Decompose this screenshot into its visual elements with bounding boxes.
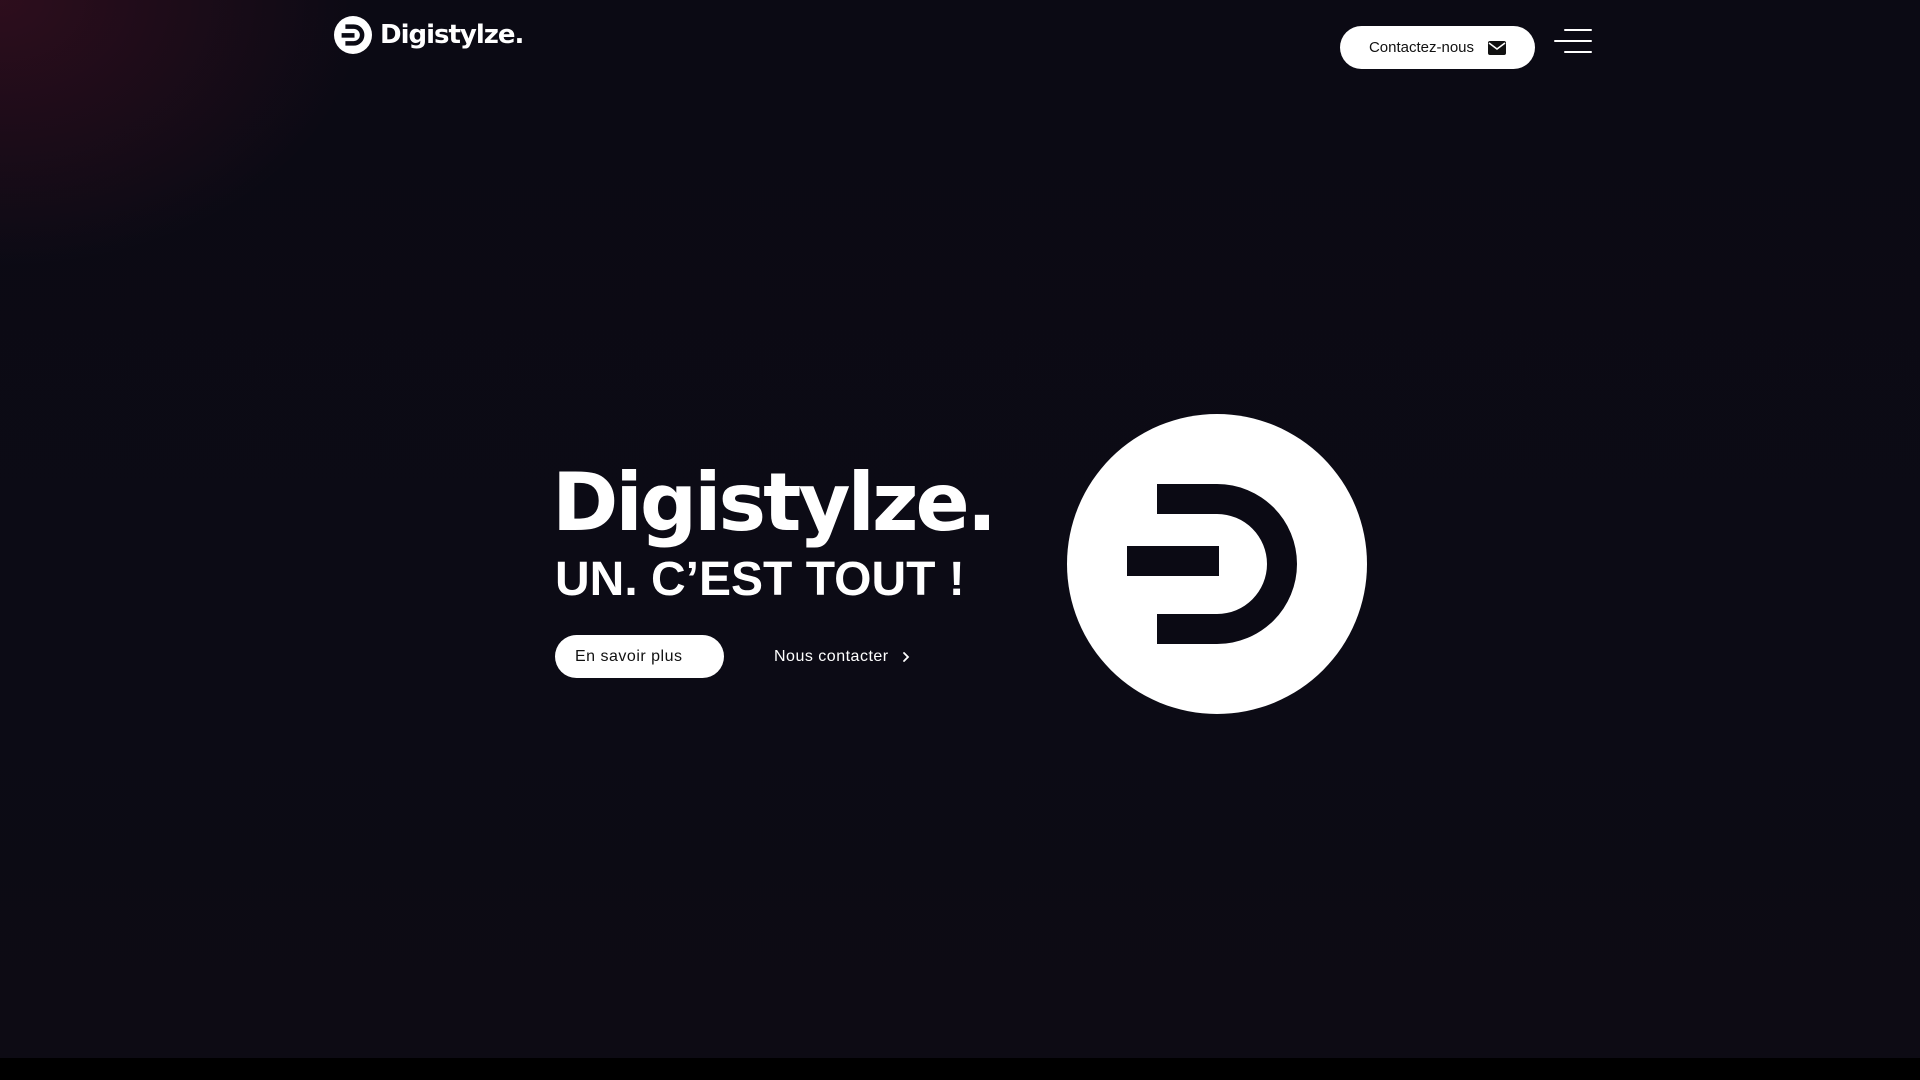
envelope-icon <box>1488 40 1507 55</box>
hamburger-menu-icon[interactable] <box>1554 29 1592 55</box>
learn-more-button[interactable]: En savoir plus <box>555 635 724 678</box>
menu-line <box>1564 29 1592 31</box>
brand-logo-icon <box>334 16 372 54</box>
menu-line <box>1554 40 1592 42</box>
chevron-right-icon <box>902 651 909 662</box>
contact-us-link[interactable]: Nous contacter <box>774 635 911 678</box>
contact-button[interactable]: Contactez-nous <box>1340 26 1535 69</box>
bottom-bar <box>0 1058 1920 1080</box>
page: Digistylze. Contactez-nous Digistylze. U… <box>0 0 1920 1080</box>
hero-subtitle: UN. C’EST TOUT ! <box>555 553 965 606</box>
contact-button-label: Contactez-nous <box>1368 39 1475 56</box>
contact-us-label: Nous contacter <box>774 647 889 665</box>
menu-line <box>1564 51 1592 53</box>
hero-logo-icon <box>1067 414 1367 714</box>
hero-title: Digistylze. <box>552 456 997 549</box>
header-logo[interactable]: Digistylze. <box>334 16 524 54</box>
brand-name: Digistylze. <box>380 20 524 50</box>
